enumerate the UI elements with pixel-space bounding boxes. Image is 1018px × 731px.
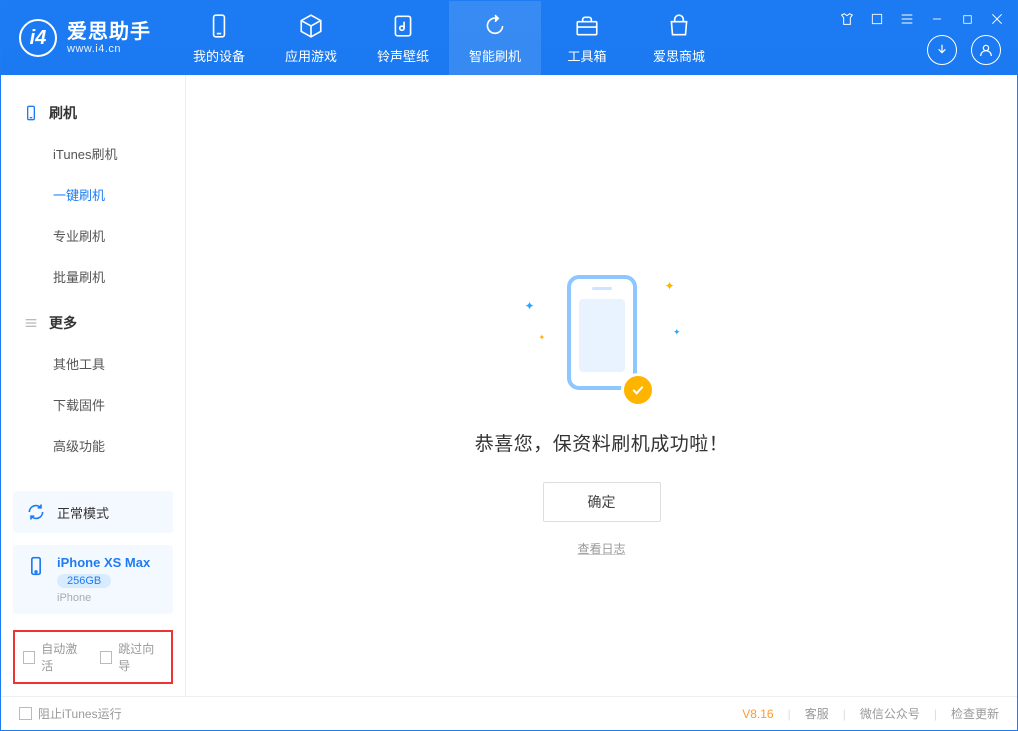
- download-button[interactable]: [927, 35, 957, 65]
- nav-ring-wallpaper[interactable]: 铃声壁纸: [357, 1, 449, 75]
- nav-label: 智能刷机: [469, 46, 521, 65]
- sidebar-item-itunes-flash[interactable]: iTunes刷机: [1, 133, 185, 174]
- checkbox-label: 自动激活: [41, 640, 86, 674]
- nav-label: 工具箱: [567, 46, 606, 65]
- sparkle-icon: ✦: [525, 299, 535, 313]
- device-storage: 256GB: [57, 574, 111, 588]
- success-message: 恭喜您，保资料刷机成功啦！: [475, 429, 729, 456]
- sidebar: 刷机 iTunes刷机 一键刷机 专业刷机 批量刷机 更多 其他工具 下载固件 …: [1, 75, 186, 696]
- close-button[interactable]: [987, 9, 1007, 29]
- block-itunes-checkbox[interactable]: 阻止iTunes运行: [19, 705, 122, 722]
- nav-store[interactable]: 爱思商城: [633, 1, 725, 75]
- footer: 阻止iTunes运行 V8.16 | 客服 | 微信公众号 | 检查更新: [1, 696, 1017, 730]
- app-name-en: www.i4.cn: [67, 43, 151, 55]
- view-log-link[interactable]: 查看日志: [577, 540, 625, 557]
- footer-left: 阻止iTunes运行: [19, 705, 122, 722]
- sparkle-icon: ✦: [664, 279, 674, 293]
- group-title-label: 刷机: [49, 103, 77, 123]
- footer-link-update[interactable]: 检查更新: [951, 705, 999, 722]
- phone-icon: [567, 275, 637, 390]
- music-icon: [389, 12, 417, 40]
- footer-right: V8.16 | 客服 | 微信公众号 | 检查更新: [742, 705, 999, 722]
- checkbox-icon: [23, 651, 35, 664]
- minimize-button[interactable]: [927, 9, 947, 29]
- footer-link-wechat[interactable]: 微信公众号: [860, 705, 920, 722]
- body: 刷机 iTunes刷机 一键刷机 专业刷机 批量刷机 更多 其他工具 下载固件 …: [1, 75, 1017, 696]
- skip-guide-checkbox[interactable]: 跳过向导: [100, 640, 163, 674]
- sidebar-item-oneclick-flash[interactable]: 一键刷机: [1, 174, 185, 215]
- sidebar-item-other-tools[interactable]: 其他工具: [1, 343, 185, 384]
- cube-icon: [297, 12, 325, 40]
- nav-label: 应用游戏: [285, 46, 337, 65]
- checkbox-icon: [100, 651, 112, 664]
- checkbox-label: 跳过向导: [118, 640, 163, 674]
- device-icon: [205, 12, 233, 40]
- menu-icon[interactable]: [897, 9, 917, 29]
- main-panel: ✦ ✦ ✦ ✦ 恭喜您，保资料刷机成功啦！ 确定 查看日志: [186, 75, 1017, 696]
- group-title-label: 更多: [49, 313, 77, 333]
- check-badge-icon: [621, 373, 655, 407]
- sync-icon: [25, 501, 47, 523]
- refresh-icon: [481, 12, 509, 40]
- nav-toolbox[interactable]: 工具箱: [541, 1, 633, 75]
- phone-icon: [23, 105, 39, 121]
- logo-icon: i4: [19, 19, 57, 57]
- auto-activate-checkbox[interactable]: 自动激活: [23, 640, 86, 674]
- skin-icon[interactable]: [867, 9, 887, 29]
- sidebar-item-advanced[interactable]: 高级功能: [1, 425, 185, 466]
- nav-my-device[interactable]: 我的设备: [173, 1, 265, 75]
- toolbox-icon: [573, 12, 601, 40]
- window-controls: [837, 9, 1007, 29]
- checkbox-icon: [19, 707, 32, 720]
- options-highlight-box: 自动激活 跳过向导: [13, 630, 173, 684]
- list-icon: [23, 315, 39, 331]
- checkbox-label: 阻止iTunes运行: [38, 705, 122, 722]
- mode-card[interactable]: 正常模式: [13, 491, 173, 533]
- account-button[interactable]: [971, 35, 1001, 65]
- titlebar: i4 爱思助手 www.i4.cn 我的设备 应用游戏: [1, 1, 1017, 75]
- nav-label: 爱思商城: [653, 46, 705, 65]
- app-name-cn: 爱思助手: [67, 21, 151, 43]
- sidebar-item-batch-flash[interactable]: 批量刷机: [1, 256, 185, 297]
- app-window: i4 爱思助手 www.i4.cn 我的设备 应用游戏: [0, 0, 1018, 731]
- nav-label: 我的设备: [193, 46, 245, 65]
- shirt-icon[interactable]: [837, 9, 857, 29]
- nav-label: 铃声壁纸: [377, 46, 429, 65]
- mode-label: 正常模式: [57, 503, 109, 522]
- sidebar-group-flash: 刷机: [1, 93, 185, 133]
- footer-link-support[interactable]: 客服: [805, 705, 829, 722]
- device-type: iPhone: [57, 592, 91, 604]
- sparkle-icon: ✦: [673, 327, 681, 338]
- sidebar-item-pro-flash[interactable]: 专业刷机: [1, 215, 185, 256]
- device-icon: [25, 555, 47, 577]
- device-card[interactable]: iPhone XS Max 256GB iPhone: [13, 545, 173, 614]
- nav-smart-flash[interactable]: 智能刷机: [449, 1, 541, 75]
- version-label: V8.16: [742, 707, 773, 721]
- logo[interactable]: i4 爱思助手 www.i4.cn: [1, 19, 173, 57]
- nav-apps-games[interactable]: 应用游戏: [265, 1, 357, 75]
- maximize-button[interactable]: [957, 9, 977, 29]
- sidebar-group-more: 更多: [1, 303, 185, 343]
- success-illustration: ✦ ✦ ✦ ✦: [557, 275, 647, 405]
- sparkle-icon: ✦: [539, 333, 546, 342]
- ok-button[interactable]: 确定: [543, 482, 661, 522]
- sidebar-item-download-firmware[interactable]: 下载固件: [1, 384, 185, 425]
- bag-icon: [665, 12, 693, 40]
- device-name: iPhone XS Max: [57, 555, 150, 570]
- header-actions: [927, 35, 1001, 65]
- main-nav: 我的设备 应用游戏 铃声壁纸 智能刷机: [173, 1, 725, 75]
